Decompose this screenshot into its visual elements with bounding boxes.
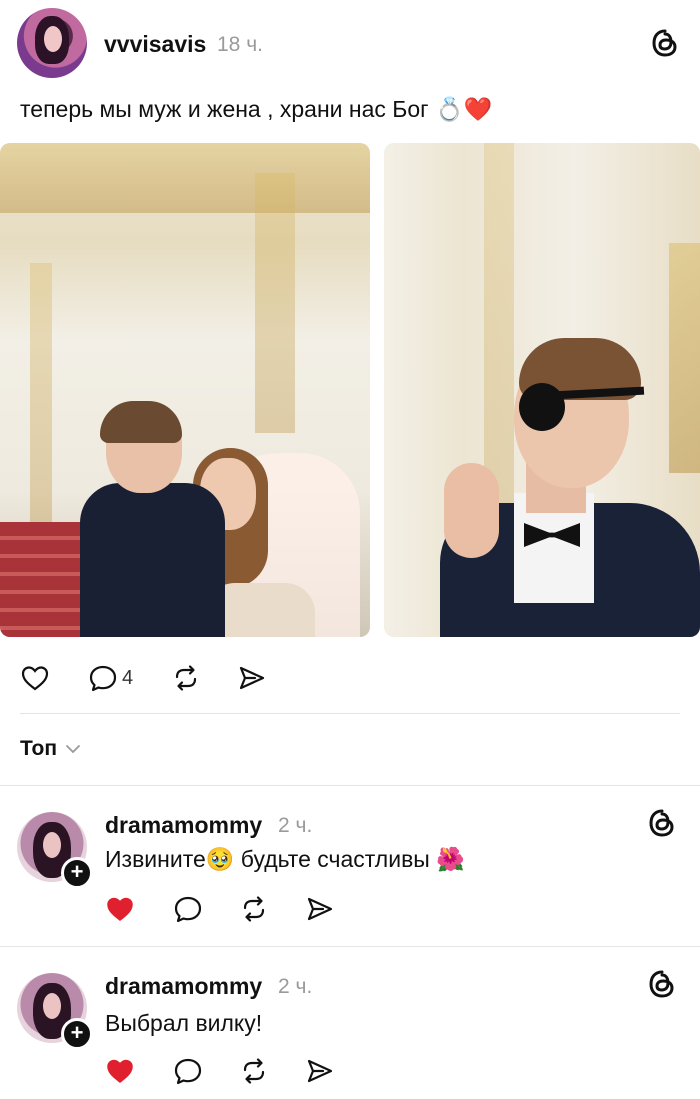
comment-icon — [89, 665, 117, 692]
post-photo-couple[interactable] — [0, 143, 370, 637]
repost-button[interactable] — [239, 895, 269, 923]
plus-icon[interactable]: + — [61, 1018, 93, 1050]
comment-icon — [174, 1058, 202, 1085]
like-button[interactable] — [20, 665, 50, 691]
heart-icon — [107, 897, 133, 921]
share-icon — [307, 897, 333, 921]
author-username[interactable]: vvvisavis — [104, 31, 206, 58]
comment-username[interactable]: dramamommy — [105, 812, 262, 839]
comment-time: 2 ч. — [278, 814, 313, 837]
heart-icon — [21, 666, 49, 691]
comment-text: Извините🥹 будьте счастливы 🌺 — [105, 846, 465, 872]
comment-button[interactable]: 4 — [88, 664, 133, 692]
divider — [0, 785, 700, 786]
repost-button[interactable] — [171, 664, 201, 692]
comment-username[interactable]: dramamommy — [105, 973, 262, 1000]
threads-icon[interactable] — [647, 808, 677, 838]
sort-label: Топ — [20, 737, 58, 760]
divider — [0, 946, 700, 947]
comment-actions — [105, 1055, 335, 1087]
sort-dropdown[interactable]: Топ — [20, 737, 81, 761]
divider — [20, 713, 680, 714]
repost-button[interactable] — [239, 1057, 269, 1085]
post-header: vvvisavis 18 ч. — [0, 0, 700, 85]
chevron-down-icon — [66, 745, 80, 754]
repost-icon — [176, 665, 197, 691]
threads-icon[interactable] — [647, 969, 677, 999]
post-text: теперь мы муж и жена , храни нас Бог 💍❤️ — [20, 96, 493, 122]
heart-icon — [107, 1059, 133, 1083]
comment-time: 2 ч. — [278, 975, 313, 998]
share-icon — [307, 1059, 333, 1083]
author-avatar[interactable] — [17, 8, 87, 78]
threads-icon[interactable] — [650, 28, 680, 58]
share-button[interactable] — [305, 895, 335, 923]
plus-icon[interactable]: + — [61, 857, 93, 889]
comment-button[interactable] — [173, 895, 203, 923]
comment-button[interactable] — [173, 1057, 203, 1085]
share-icon — [240, 666, 265, 690]
repost-icon — [243, 896, 265, 922]
post-actions: 4 — [20, 660, 267, 696]
share-button[interactable] — [237, 664, 267, 692]
comment-text: Выбрал вилку! — [105, 1010, 263, 1036]
comment-count: 4 — [122, 666, 134, 689]
like-button[interactable] — [105, 896, 135, 922]
comment-actions — [105, 893, 335, 925]
post-time: 18 ч. — [217, 33, 263, 56]
comment-icon — [174, 896, 202, 923]
like-button[interactable] — [105, 1058, 135, 1084]
repost-icon — [243, 1058, 265, 1084]
post-photo-groom[interactable] — [384, 143, 700, 637]
share-button[interactable] — [305, 1057, 335, 1085]
